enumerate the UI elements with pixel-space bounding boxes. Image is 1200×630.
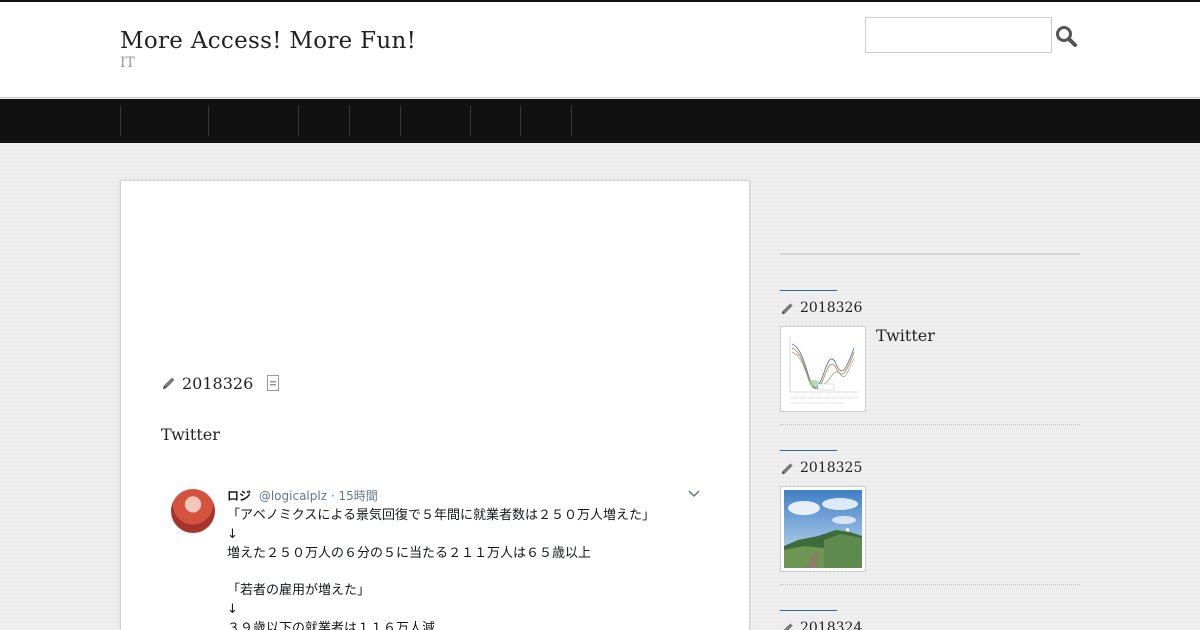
tweet-line: ↓ bbox=[227, 601, 238, 617]
post-card: 2018326 Twitter ロジ @logicalplz · 15時間 「ア… bbox=[120, 180, 750, 630]
nav-item-5[interactable] bbox=[400, 106, 470, 136]
entry-date: 2018325 bbox=[800, 460, 863, 476]
landscape-thumbnail[interactable] bbox=[780, 486, 866, 572]
entry-meta: 2018326 bbox=[780, 298, 862, 318]
pencil-icon bbox=[781, 462, 793, 474]
tweet-handle[interactable]: @logicalplz bbox=[259, 489, 327, 503]
tweet-line: ↓ bbox=[227, 526, 238, 542]
post-text: Twitter bbox=[161, 425, 220, 444]
entry-date: 2018326 bbox=[800, 300, 863, 316]
pencil-icon bbox=[783, 622, 793, 630]
post-meta: 2018326 bbox=[161, 371, 280, 395]
entry-meta: 2018325 bbox=[780, 458, 862, 478]
site-description: IT bbox=[120, 55, 135, 71]
nav-item-4[interactable] bbox=[349, 106, 400, 136]
chevron-down-icon[interactable] bbox=[687, 489, 701, 499]
tweet-line: ３９歳以下の就業者は１１６万人減 bbox=[227, 620, 436, 630]
tweet-avatar[interactable] bbox=[171, 489, 215, 533]
landscape-thumbnail-image bbox=[784, 490, 862, 568]
entry-separator bbox=[780, 584, 1080, 585]
search-icon bbox=[1056, 26, 1077, 47]
tweet-author[interactable]: ロジ bbox=[227, 489, 251, 503]
chart-thumbnail-image bbox=[784, 330, 862, 408]
entry-accent-line bbox=[780, 290, 837, 291]
tweet-line bbox=[227, 563, 655, 582]
tweet-text: 「アベノミクスによる景気回復で５年間に就業者数は２５０万人増えた」 ↓ 増えた２… bbox=[227, 507, 655, 630]
entry-separator bbox=[780, 424, 1080, 425]
entry-date: 2018324 bbox=[800, 620, 863, 630]
entry-meta: 2018324 bbox=[780, 618, 862, 630]
search-button[interactable] bbox=[1054, 24, 1078, 48]
entry-accent-line bbox=[780, 450, 837, 451]
nav-item-2[interactable] bbox=[208, 106, 298, 136]
sidebar-divider bbox=[780, 253, 1080, 255]
tweet-line: 「若者の雇用が増えた」 bbox=[227, 583, 371, 599]
entry-title[interactable]: Twitter bbox=[876, 326, 935, 345]
site-header: More Access! More Fun! IT bbox=[0, 2, 1200, 98]
nav-item-6[interactable] bbox=[470, 106, 520, 136]
entry-accent-line bbox=[780, 610, 837, 611]
tweet-line: 「アベノミクスによる景気回復で５年間に就業者数は２５０万人増えた」 bbox=[227, 508, 655, 523]
main-nav bbox=[0, 99, 1200, 143]
embedded-tweet[interactable]: ロジ @logicalplz · 15時間 「アベノミクスによる景気回復で５年間… bbox=[171, 481, 711, 630]
chart-thumbnail[interactable] bbox=[780, 326, 866, 412]
tweet-header: ロジ @logicalplz · 15時間 bbox=[227, 487, 378, 504]
pencil-icon bbox=[163, 377, 175, 389]
nav-item-1[interactable] bbox=[120, 106, 208, 136]
pencil-icon bbox=[781, 302, 793, 314]
site-title[interactable]: More Access! More Fun! bbox=[120, 28, 416, 54]
search-input[interactable] bbox=[865, 17, 1052, 53]
nav-item-7[interactable] bbox=[520, 106, 572, 136]
nav-item-3[interactable] bbox=[298, 106, 349, 136]
document-icon[interactable] bbox=[267, 375, 280, 391]
tweet-line: 増えた２５０万人の６分の５に当たる２１１万人は６５歳以上 bbox=[227, 545, 592, 561]
tweet-time[interactable]: · 15時間 bbox=[331, 489, 378, 503]
post-date: 2018326 bbox=[182, 373, 254, 393]
